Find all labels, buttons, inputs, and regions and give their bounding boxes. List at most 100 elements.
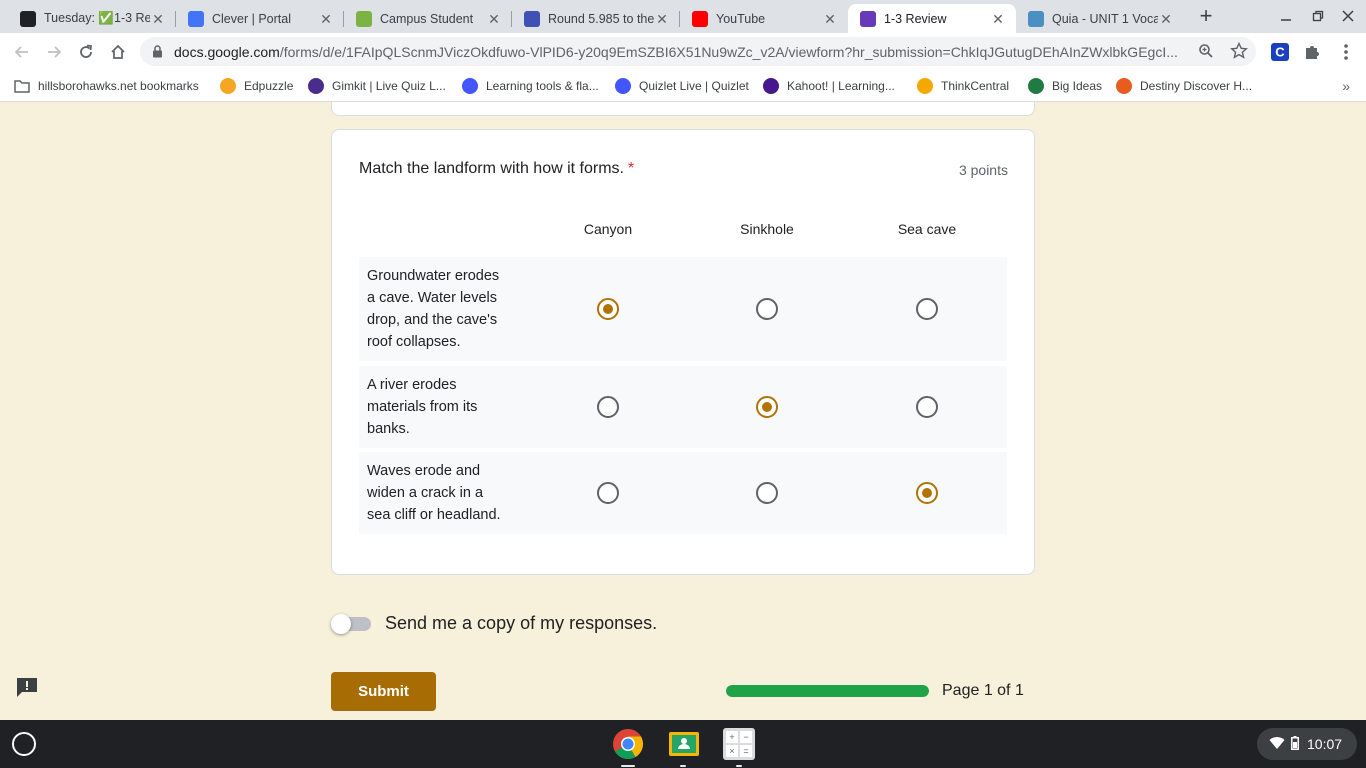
launcher-icon[interactable] xyxy=(12,732,36,756)
submit-button[interactable]: Submit xyxy=(331,672,436,711)
url-host: docs.google.com xyxy=(174,44,280,60)
grid-row: A river erodes materials from its banks. xyxy=(359,366,1007,448)
bookmark-label: Quizlet Live | Quizlet xyxy=(639,79,749,93)
browser-tab[interactable]: YouTube ✕ xyxy=(680,4,848,33)
browser-tab[interactable]: Clever | Portal ✕ xyxy=(176,4,344,33)
question-title: Match the landform with how it forms. * xyxy=(359,160,634,178)
form-page: Match the landform with how it forms. * 3… xyxy=(0,102,1366,720)
bookmark-item[interactable]: Gimkit | Live Quiz L... xyxy=(308,76,446,96)
browser-tab[interactable]: Campus Student ✕ xyxy=(344,4,512,33)
tab-title: Clever | Portal xyxy=(212,11,291,26)
clever-icon xyxy=(188,10,204,27)
home-icon[interactable] xyxy=(106,40,130,64)
bookmark-label: hillsborohawks.net bookmarks xyxy=(38,79,199,93)
radio-canyon[interactable] xyxy=(597,396,619,418)
browser-tab[interactable]: Quia - UNIT 1 Voca ✕ xyxy=(1016,4,1184,33)
send-copy-label: Send me a copy of my responses. xyxy=(385,613,658,633)
row-label-line: A river erodes xyxy=(367,377,457,393)
close-tab-icon[interactable]: ✕ xyxy=(318,11,334,27)
close-tab-icon[interactable]: ✕ xyxy=(1158,11,1174,27)
browser-tab[interactable]: Round 5.985 to the ✕ xyxy=(512,4,680,33)
bookmark-item[interactable]: Learning tools & fla... xyxy=(462,76,599,96)
folder-icon xyxy=(14,78,30,94)
previous-question-card xyxy=(331,102,1035,116)
edpuzzle-icon xyxy=(220,78,236,94)
page-indicator: Page 1 of 1 xyxy=(942,682,1024,699)
chrome-icon[interactable] xyxy=(611,727,645,761)
close-tab-icon[interactable]: ✕ xyxy=(822,11,838,27)
tab-title: 1-3 Review xyxy=(884,11,947,26)
wifi-icon xyxy=(1269,736,1285,753)
bookmark-label: Kahoot! | Learning... xyxy=(787,79,895,93)
send-copy-toggle[interactable] xyxy=(331,614,373,634)
svg-text:+: + xyxy=(729,732,734,742)
column-header: Sea cave xyxy=(897,221,957,237)
browser-tab[interactable]: 1-3 Review ✕ xyxy=(848,4,1016,33)
zoom-icon[interactable] xyxy=(1198,43,1214,64)
google-forms-icon xyxy=(860,10,876,27)
destiny-icon xyxy=(1116,78,1132,94)
url-text[interactable]: docs.google.com/forms/d/e/1FAIpQLScnmJVi… xyxy=(174,44,1184,60)
forward-icon[interactable] xyxy=(42,40,66,64)
big-ideas-icon xyxy=(1028,78,1044,94)
radio-sinkhole[interactable] xyxy=(756,396,778,418)
close-tab-icon[interactable]: ✕ xyxy=(654,11,670,27)
radio-sinkhole[interactable] xyxy=(756,482,778,504)
new-tab-button[interactable]: + xyxy=(1193,4,1219,30)
calculator-icon xyxy=(524,10,540,27)
extensions-puzzle-icon[interactable] xyxy=(1302,42,1322,62)
minimize-icon[interactable] xyxy=(1275,6,1297,28)
bookmark-item[interactable]: Destiny Discover H... xyxy=(1116,76,1252,96)
row-label-line: drop, and the cave's xyxy=(367,312,498,328)
bookmark-item[interactable]: ThinkCentral xyxy=(917,76,1009,96)
grid-row: Waves erode and widen a crack in a sea cli… xyxy=(359,452,1007,534)
back-icon[interactable] xyxy=(10,40,34,64)
bookmarks-overflow-icon[interactable]: » xyxy=(1342,78,1350,94)
question-text: Match the landform with how it forms. xyxy=(359,160,624,177)
tab-title: YouTube xyxy=(716,11,766,26)
bookmark-label: Gimkit | Live Quiz L... xyxy=(332,79,446,93)
bookmark-item[interactable]: Kahoot! | Learning... xyxy=(763,76,895,96)
bookmark-star-icon[interactable] xyxy=(1230,41,1248,65)
calculator-indicator xyxy=(736,765,742,767)
clever-extension-icon[interactable]: C xyxy=(1270,42,1290,62)
url-path: /forms/d/e/1FAIpQLScnmJViczOkdfuwo-VlPID… xyxy=(279,44,1178,60)
radio-canyon[interactable] xyxy=(597,482,619,504)
browser-tab[interactable]: Tuesday: ✅1-3 Re ✕ xyxy=(8,4,176,33)
radio-sea-cave[interactable] xyxy=(916,482,938,504)
status-tray[interactable]: 10:07 xyxy=(1257,728,1357,760)
row-label: Groundwater erodes a cave. Water levels dr… xyxy=(367,265,527,353)
bookmark-item[interactable]: hillsborohawks.net bookmarks xyxy=(14,76,199,96)
chrome-active-indicator xyxy=(621,765,635,767)
os-shelf: + − × = 10:07 xyxy=(0,720,1366,768)
question-card: Match the landform with how it forms. * 3… xyxy=(331,129,1035,575)
close-window-icon[interactable] xyxy=(1337,6,1359,28)
progress-fill xyxy=(726,685,929,697)
gimkit-icon xyxy=(308,78,324,94)
bookmarks-bar: hillsborohawks.net bookmarks Edpuzzle Gimk… xyxy=(0,70,1366,102)
radio-sea-cave[interactable] xyxy=(916,298,938,320)
menu-kebab-icon[interactable] xyxy=(1336,42,1356,62)
required-asterisk: * xyxy=(627,160,635,177)
close-tab-icon[interactable]: ✕ xyxy=(150,11,166,27)
feedback-icon[interactable] xyxy=(15,676,39,698)
clock-time: 10:07 xyxy=(1307,736,1343,752)
bookmark-item[interactable]: Edpuzzle xyxy=(220,76,293,96)
reload-icon[interactable] xyxy=(74,40,98,64)
row-label-line: widen a crack in a xyxy=(367,485,484,501)
row-label: Waves erode and widen a crack in a sea cli… xyxy=(367,460,527,526)
radio-canyon[interactable] xyxy=(597,298,619,320)
radio-sea-cave[interactable] xyxy=(916,396,938,418)
radio-sinkhole[interactable] xyxy=(756,298,778,320)
lock-icon xyxy=(152,45,163,63)
calculator-icon[interactable]: + − × = xyxy=(722,727,756,761)
address-bar[interactable]: docs.google.com/forms/d/e/1FAIpQLScnmJVi… xyxy=(140,37,1256,66)
classroom-icon[interactable] xyxy=(667,727,701,761)
restore-icon[interactable] xyxy=(1307,6,1329,28)
bookmark-label: ThinkCentral xyxy=(941,79,1010,93)
bookmark-item[interactable]: Quizlet Live | Quizlet xyxy=(615,76,749,96)
bookmark-item[interactable]: Big Ideas xyxy=(1028,76,1102,96)
campus-icon xyxy=(356,10,372,27)
close-tab-icon[interactable]: ✕ xyxy=(990,11,1006,27)
close-tab-icon[interactable]: ✕ xyxy=(486,11,502,27)
